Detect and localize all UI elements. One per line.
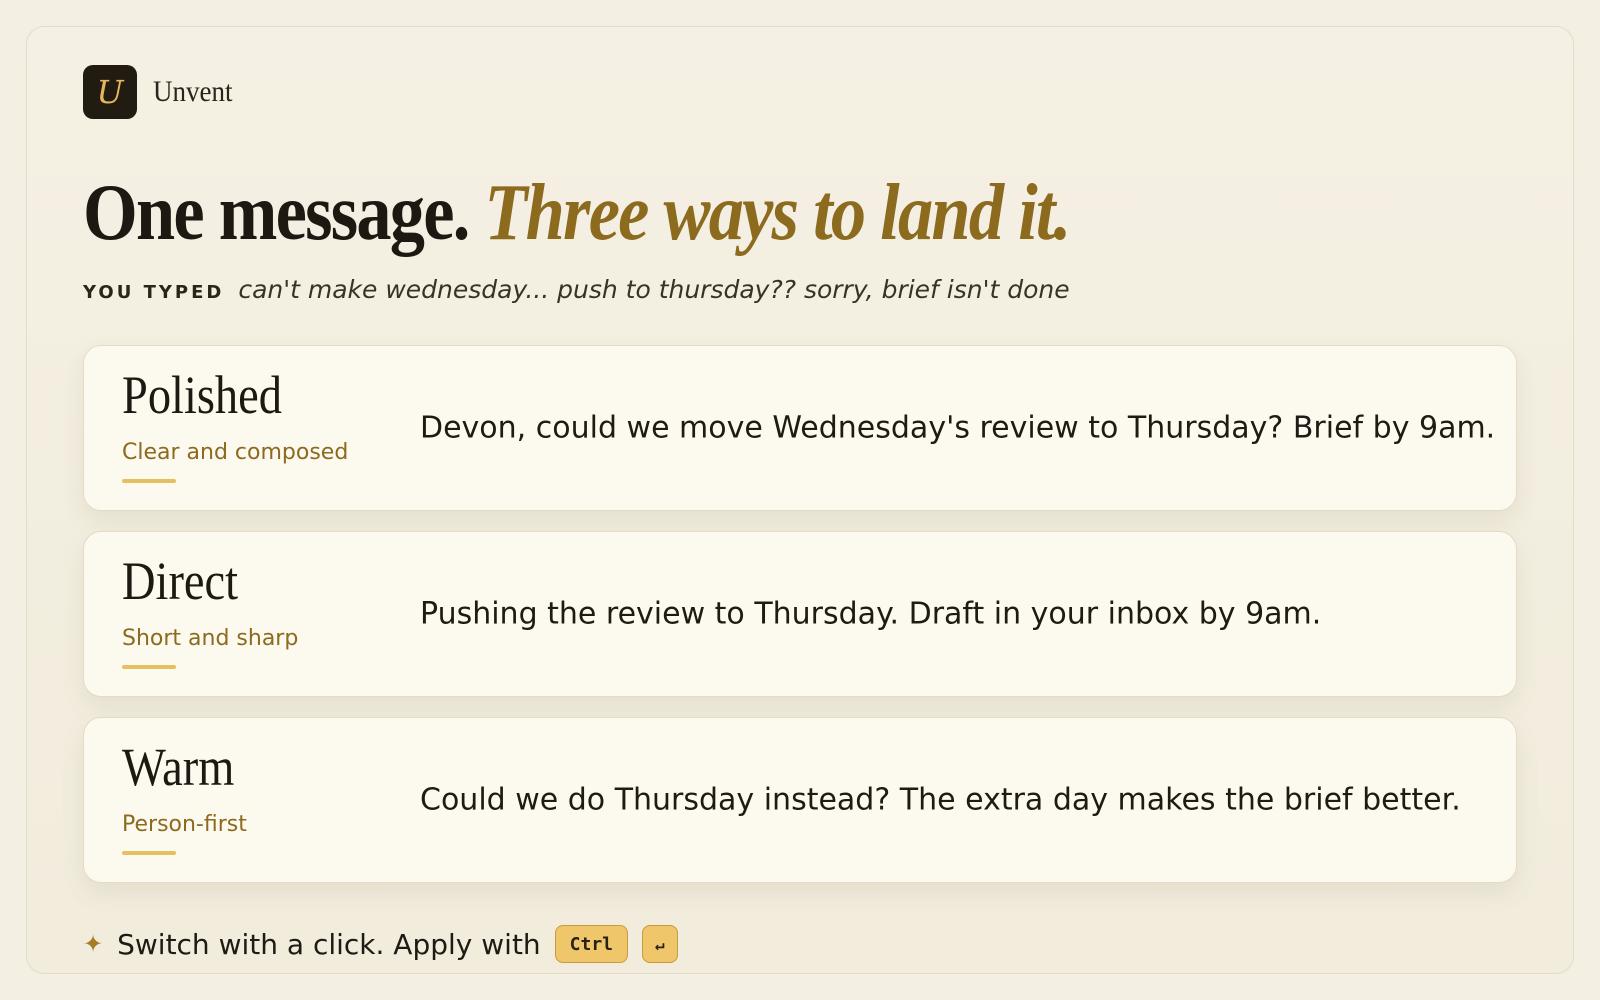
- option-message: Could we do Thursday instead? The extra …: [420, 782, 1461, 818]
- option-underline: [122, 479, 176, 483]
- option-message: Pushing the review to Thursday. Draft in…: [420, 596, 1322, 632]
- option-card-warm[interactable]: Warm Person-first Could we do Thursday i…: [83, 717, 1517, 883]
- brand-name: Unvent: [153, 75, 233, 108]
- option-meta: Direct Short and sharp: [122, 554, 402, 669]
- option-card-direct[interactable]: Direct Short and sharp Pushing the revie…: [83, 531, 1517, 697]
- option-title: Polished: [122, 365, 282, 425]
- sparkle-icon: ✦: [83, 930, 104, 958]
- typed-input-preview: YOU TYPED can't make wednesday... push t…: [83, 275, 1070, 304]
- option-message: Devon, could we move Wednesday's review …: [420, 410, 1496, 446]
- option-subtitle: Clear and composed: [122, 440, 349, 465]
- brand: U Unvent: [83, 65, 241, 119]
- footer-hint: ✦ Switch with a click. Apply with Ctrl ↵: [83, 925, 678, 963]
- option-underline: [122, 851, 176, 855]
- typed-text: can't make wednesday... push to thursday…: [238, 275, 1070, 304]
- rewrite-options: Polished Clear and composed Devon, could…: [83, 345, 1517, 903]
- logo: U: [83, 65, 137, 119]
- title-accent: Three ways to land it.: [484, 169, 1071, 257]
- option-subtitle: Person-first: [122, 812, 247, 837]
- typed-label: YOU TYPED: [83, 282, 225, 303]
- option-title: Warm: [122, 737, 235, 797]
- option-meta: Warm Person-first: [122, 740, 402, 855]
- option-meta: Polished Clear and composed: [122, 368, 402, 483]
- page-title: One message. Three ways to land it.: [83, 173, 1071, 253]
- enter-key-icon: ↵: [642, 925, 678, 963]
- option-card-polished[interactable]: Polished Clear and composed Devon, could…: [83, 345, 1517, 511]
- title-plain: One message.: [83, 169, 470, 257]
- footer-text: Switch with a click. Apply with: [117, 927, 541, 961]
- option-subtitle: Short and sharp: [122, 626, 299, 651]
- ctrl-key: Ctrl: [554, 925, 629, 963]
- option-underline: [122, 665, 176, 669]
- option-title: Direct: [122, 551, 239, 611]
- app-frame: U Unvent One message. Three ways to land…: [26, 26, 1574, 974]
